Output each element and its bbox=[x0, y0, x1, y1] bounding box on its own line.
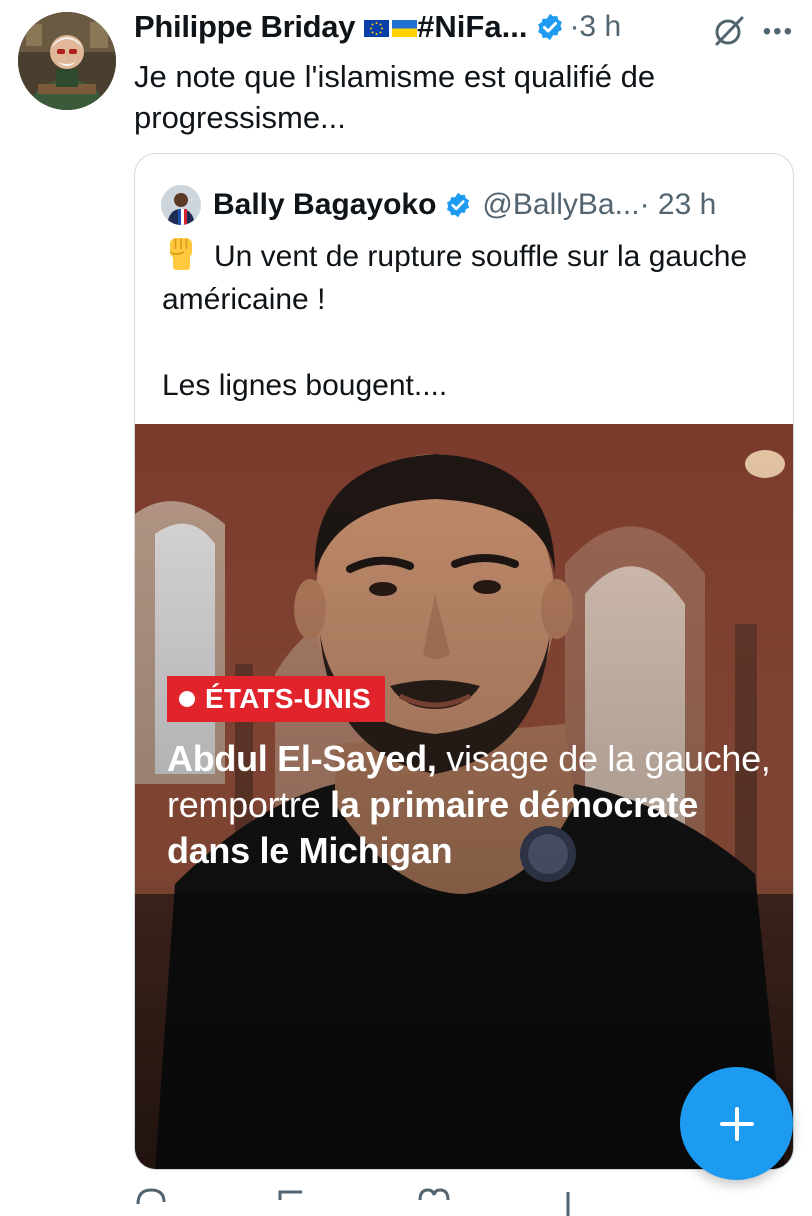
news-headline: Abdul El-Sayed, visage de la gauche, rem… bbox=[167, 736, 777, 874]
author-name-suffix[interactable]: #NiFa... bbox=[417, 9, 527, 45]
tweet-header: Philippe Briday #NiFa... ·3 h bbox=[134, 6, 794, 48]
grok-icon[interactable] bbox=[712, 14, 746, 48]
quoted-tweet-header: Bally Bagayoko @BallyBa... · 23 h bbox=[161, 184, 773, 226]
plus-icon bbox=[719, 1106, 754, 1141]
avatar-image bbox=[161, 185, 201, 225]
quoted-author-avatar[interactable] bbox=[161, 185, 201, 225]
retweet-icon[interactable] bbox=[274, 1186, 314, 1216]
ukraine-flag-icon bbox=[392, 19, 418, 37]
verified-badge-icon bbox=[538, 13, 563, 41]
author-avatar[interactable] bbox=[18, 12, 116, 110]
tweet-time[interactable]: ·3 h bbox=[569, 10, 621, 44]
avatar-image bbox=[18, 12, 116, 110]
tweet: Philippe Briday #NiFa... ·3 h ••• Je not… bbox=[134, 6, 794, 138]
news-category-badge: ÉTATS-UNIS bbox=[167, 676, 385, 722]
author-name[interactable]: Philippe Briday bbox=[134, 9, 355, 45]
tweet-text: Je note que l'islamisme est qualifié de … bbox=[134, 59, 656, 135]
quoted-author-handle[interactable]: @BallyBa... bbox=[482, 188, 639, 222]
verified-badge-icon bbox=[447, 192, 470, 218]
more-icon[interactable]: ••• bbox=[763, 20, 794, 44]
views-icon[interactable] bbox=[562, 1186, 592, 1216]
reply-icon[interactable] bbox=[134, 1186, 168, 1216]
quoted-text-line-2: Les lignes bougent.... bbox=[162, 369, 448, 402]
quoted-text-line-1: Un vent de rupture souffle sur la gauche… bbox=[162, 240, 748, 316]
quoted-tweet-text: Un vent de rupture souffle sur la gauche… bbox=[162, 234, 762, 407]
eu-flag-icon bbox=[364, 19, 390, 37]
tweet-actions bbox=[134, 1186, 734, 1216]
live-dot-icon bbox=[179, 691, 195, 707]
raised-fist-emoji-icon bbox=[169, 238, 192, 270]
compose-button[interactable] bbox=[680, 1067, 793, 1180]
headline-part-1: Abdul El-Sayed, bbox=[167, 738, 437, 779]
news-category-label: ÉTATS-UNIS bbox=[205, 683, 371, 714]
quoted-tweet[interactable]: Bally Bagayoko @BallyBa... · 23 h Un ven… bbox=[134, 153, 794, 1170]
quoted-tweet-time: · 23 h bbox=[639, 188, 717, 221]
quoted-author-name[interactable]: Bally Bagayoko bbox=[213, 188, 436, 222]
like-icon[interactable] bbox=[416, 1186, 452, 1216]
